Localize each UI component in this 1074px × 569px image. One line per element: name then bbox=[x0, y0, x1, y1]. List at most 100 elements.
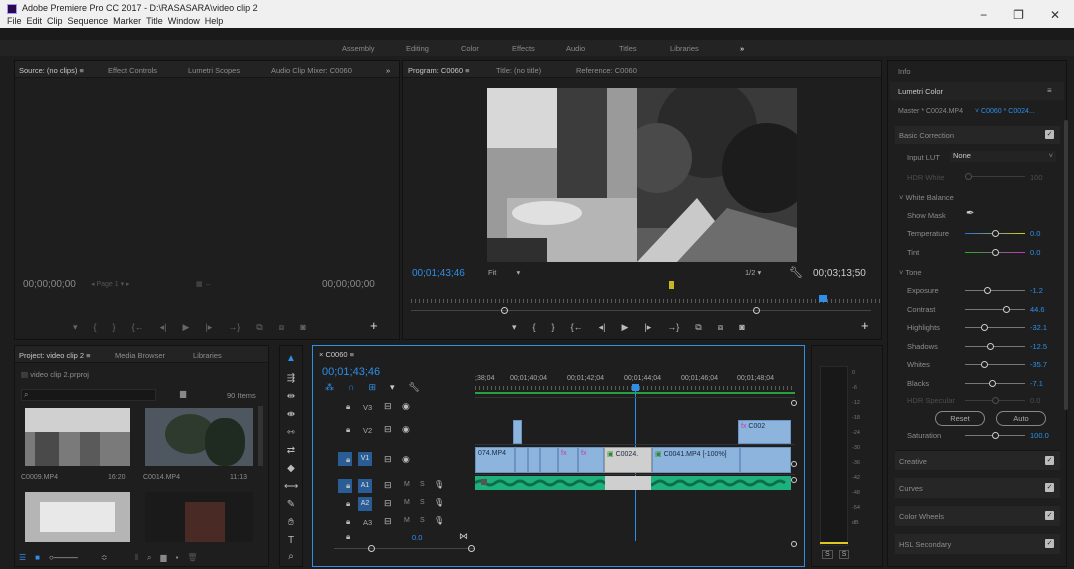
rate-stretch-tool-icon[interactable]: ⇿ bbox=[284, 426, 298, 440]
zoom-slider[interactable]: ○——— bbox=[49, 553, 78, 563]
lock-icon[interactable]: 🔒︎ bbox=[346, 517, 350, 527]
tint-slider[interactable] bbox=[965, 249, 1025, 256]
zoom-handle-left[interactable] bbox=[501, 307, 508, 314]
hdr-white-slider[interactable] bbox=[965, 173, 1025, 180]
icon-view-icon[interactable]: ■ bbox=[35, 553, 40, 563]
list-view-icon[interactable]: ☰ bbox=[19, 553, 26, 563]
track-label-a1[interactable]: A1 bbox=[358, 479, 372, 493]
source-page-nav[interactable]: ◂ Page 1 ▾ ▸ bbox=[91, 280, 130, 288]
tone-value[interactable]: -7.1 bbox=[1030, 379, 1043, 388]
step-forward-icon[interactable]: |▸ bbox=[644, 322, 651, 333]
trash-icon[interactable]: 🗑︎ bbox=[187, 553, 197, 563]
eyedropper-icon[interactable]: ✒︎ bbox=[966, 208, 974, 219]
timeline-clip[interactable]: ▣ C0041.MP4 [-100%] bbox=[652, 447, 740, 473]
workspace-assembly[interactable]: Assembly bbox=[342, 44, 375, 53]
tab-reference[interactable]: Reference: C0060 bbox=[576, 66, 637, 75]
section-basic-correction[interactable]: Basic Correction ✓ bbox=[895, 126, 1060, 144]
program-ruler[interactable] bbox=[411, 299, 881, 303]
sync-lock-icon[interactable]: ⊟ bbox=[384, 424, 392, 435]
fit-dropdown[interactable]: Fit ▾ bbox=[488, 268, 520, 277]
lock-icon[interactable]: 🔒︎ bbox=[346, 481, 350, 491]
add-button-icon[interactable]: + bbox=[370, 318, 378, 333]
solo-button[interactable]: S bbox=[420, 481, 425, 488]
go-to-out-icon[interactable]: →} bbox=[228, 322, 240, 333]
tone-value[interactable]: -32.1 bbox=[1030, 323, 1047, 332]
automate-icon[interactable]: ⫴ bbox=[135, 553, 138, 563]
scroll-handle[interactable] bbox=[791, 477, 797, 483]
source-timecode[interactable]: 00;00;00;00 bbox=[23, 279, 76, 290]
pen-tool-icon[interactable]: ✎ bbox=[284, 498, 298, 512]
program-video-frame[interactable] bbox=[487, 88, 797, 262]
section-hsl-secondary[interactable]: HSL Secondary ✓ bbox=[895, 534, 1060, 554]
sync-lock-icon[interactable]: ⊟ bbox=[384, 454, 392, 465]
wrench-icon[interactable]: 🔧︎ bbox=[789, 266, 803, 279]
slider-knob[interactable] bbox=[992, 397, 999, 404]
tone-section[interactable]: ˅ Tone bbox=[899, 268, 922, 277]
workspace-libraries[interactable]: Libraries bbox=[670, 44, 699, 53]
go-to-in-icon[interactable]: {← bbox=[571, 322, 583, 333]
slider-knob[interactable] bbox=[989, 380, 996, 387]
checkbox-checked-icon[interactable]: ✓ bbox=[1045, 130, 1054, 139]
slip-tool-icon[interactable]: ◆ bbox=[284, 462, 298, 476]
tint-value[interactable]: 0.0 bbox=[1030, 248, 1040, 257]
tone-slider[interactable] bbox=[965, 380, 1025, 387]
solo-button[interactable]: S bbox=[420, 517, 425, 524]
track-zoom-bar[interactable] bbox=[334, 548, 474, 549]
sort-icon[interactable]: ≎ bbox=[101, 553, 108, 563]
workspace-titles[interactable]: Titles bbox=[619, 44, 637, 53]
solo-button[interactable]: S bbox=[420, 499, 425, 506]
resolution-dropdown[interactable]: 1/2 ▾ bbox=[745, 268, 761, 277]
lock-icon[interactable]: 🔒︎ bbox=[346, 455, 350, 465]
tone-slider[interactable] bbox=[965, 343, 1025, 350]
camera-icon[interactable]: ◙ bbox=[300, 322, 305, 333]
timeline-clip[interactable] bbox=[513, 420, 522, 444]
clip-thumbnail[interactable] bbox=[25, 408, 130, 466]
checkbox-checked-icon[interactable]: ✓ bbox=[1045, 483, 1054, 492]
tab-overflow[interactable]: » bbox=[386, 66, 390, 75]
menu-title[interactable]: Title bbox=[146, 16, 163, 26]
tone-slider[interactable] bbox=[965, 306, 1025, 313]
tone-value[interactable]: -35.7 bbox=[1030, 360, 1047, 369]
mute-button[interactable]: M bbox=[404, 517, 410, 524]
selection-tool-icon[interactable]: ▲ bbox=[284, 352, 298, 366]
timeline-clip[interactable] bbox=[515, 447, 528, 473]
clip-name[interactable]: C0009.MP4 bbox=[21, 474, 58, 481]
program-marker[interactable] bbox=[669, 281, 674, 289]
end-icon[interactable]: ⋈ bbox=[459, 531, 468, 542]
step-back-icon[interactable]: ◂| bbox=[160, 322, 167, 333]
workspace-audio[interactable]: Audio bbox=[566, 44, 585, 53]
razor-tool-icon[interactable]: ⇄ bbox=[284, 444, 298, 458]
zoom-handle-right[interactable] bbox=[468, 545, 475, 552]
temperature-value[interactable]: 0.0 bbox=[1030, 229, 1040, 238]
track-select-tool-icon[interactable]: ⇶ bbox=[284, 372, 298, 386]
go-to-out-icon[interactable]: →} bbox=[667, 322, 679, 333]
lock-icon[interactable]: 🔒︎ bbox=[346, 499, 350, 509]
add-button-icon[interactable]: + bbox=[861, 318, 869, 333]
tone-value[interactable]: -12.5 bbox=[1030, 342, 1047, 351]
microphone-icon[interactable]: 🎙︎ bbox=[434, 498, 444, 507]
new-bin-icon[interactable]: ▆ bbox=[180, 389, 186, 398]
marker-icon[interactable]: ▾ bbox=[512, 322, 517, 333]
tab-audio-clip-mixer[interactable]: Audio Clip Mixer: C0060 bbox=[271, 66, 352, 75]
playhead-handle[interactable] bbox=[632, 384, 639, 391]
tab-source[interactable]: Source: (no clips) ≡ bbox=[19, 66, 84, 75]
lock-icon[interactable]: 🔒︎ bbox=[346, 402, 350, 412]
close-button[interactable]: ✕ bbox=[1050, 8, 1060, 22]
menu-marker[interactable]: Marker bbox=[113, 16, 141, 26]
project-search-input[interactable]: ⌕ bbox=[21, 389, 156, 401]
tab-libraries[interactable]: Libraries bbox=[193, 351, 222, 360]
track-label-v2[interactable]: V2 bbox=[363, 426, 372, 435]
timeline-clip[interactable]: ▣ C0024. bbox=[604, 447, 652, 473]
clip-thumbnail[interactable] bbox=[25, 492, 130, 542]
solo-button[interactable]: S bbox=[838, 550, 850, 559]
timeline-clip[interactable] bbox=[528, 447, 540, 473]
nest-icon[interactable]: ⁂ bbox=[325, 382, 334, 393]
new-item-icon[interactable]: ▪ bbox=[176, 553, 179, 563]
workspace-overflow[interactable]: » bbox=[740, 44, 744, 53]
timeline-settings-icon[interactable]: 🔧︎ bbox=[409, 382, 420, 393]
slider-knob[interactable] bbox=[992, 432, 999, 439]
checkbox-checked-icon[interactable]: ✓ bbox=[1045, 511, 1054, 520]
tone-slider[interactable] bbox=[965, 287, 1025, 294]
menu-edit[interactable]: Edit bbox=[27, 16, 43, 26]
section-curves[interactable]: Curves ✓ bbox=[895, 478, 1060, 498]
